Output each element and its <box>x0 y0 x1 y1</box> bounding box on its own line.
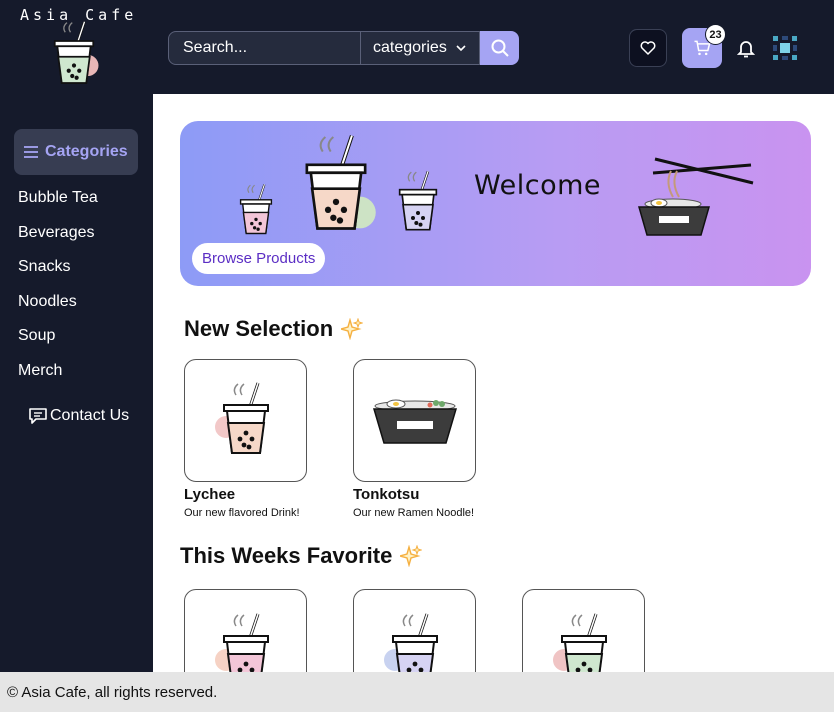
bubble-tea-medium-icon <box>393 169 443 237</box>
footer-copyright: © Asia Cafe, all rights reserved. <box>7 683 218 701</box>
menu-icon <box>24 146 38 158</box>
logo-cup-icon[interactable] <box>44 20 104 95</box>
search-icon <box>491 39 509 57</box>
ramen-chopsticks-icon <box>638 157 754 236</box>
sidebar-item-soup[interactable]: Soup <box>18 327 55 345</box>
browse-products-button[interactable]: Browse Products <box>192 243 326 274</box>
chat-icon <box>29 408 47 424</box>
sidebar: Categories Bubble Tea Beverages Snacks N… <box>0 94 153 672</box>
sidebar-item-beverages[interactable]: Beverages <box>18 224 95 242</box>
cart-count-badge: 23 <box>705 24 726 45</box>
product-card-lychee[interactable] <box>184 359 307 482</box>
categories-button[interactable]: Categories <box>14 129 138 175</box>
chevron-down-icon <box>456 45 466 52</box>
sidebar-item-snacks[interactable]: Snacks <box>18 258 70 276</box>
footer: © Asia Cafe, all rights reserved. <box>0 672 834 712</box>
search-input[interactable] <box>168 31 361 65</box>
product-name[interactable]: Lychee <box>184 486 235 503</box>
weekly-favorite-heading: This Weeks Favorite <box>180 543 423 569</box>
sidebar-item-bubble-tea[interactable]: Bubble Tea <box>18 189 98 207</box>
product-name[interactable]: Tonkotsu <box>353 486 419 503</box>
product-description: Our new Ramen Noodle! <box>353 507 475 519</box>
avatar[interactable] <box>771 34 799 67</box>
sparkle-icon <box>341 318 364 340</box>
weekly-favorite-title: This Weeks Favorite <box>180 543 393 568</box>
bubble-tea-small-icon <box>235 183 277 239</box>
product-card-tonkotsu[interactable] <box>353 359 476 482</box>
search-bar: categories <box>168 31 519 65</box>
new-selection-heading: New Selection <box>184 316 364 342</box>
heart-icon <box>640 41 656 55</box>
category-select-label: categories <box>373 39 447 56</box>
new-selection-title: New Selection <box>184 316 334 341</box>
ramen-bowl-icon <box>372 399 457 444</box>
avatar-pattern-icon <box>773 36 797 60</box>
sparkle-icon <box>400 545 423 567</box>
categories-label: Categories <box>45 143 128 160</box>
product-description: Our new flavored Drink! <box>184 507 300 519</box>
search-button[interactable] <box>480 31 519 65</box>
contact-us-link[interactable]: Contact Us <box>28 407 129 425</box>
notification-button[interactable] <box>736 38 756 63</box>
bubble-tea-peach-icon <box>214 381 277 461</box>
sidebar-item-noodles[interactable]: Noodles <box>18 293 77 311</box>
bubble-tea-large-icon <box>295 133 376 239</box>
top-navbar: Asia Cafe categories 23 <box>0 0 834 94</box>
welcome-banner: Welcome Browse Products <box>180 121 811 286</box>
wishlist-button[interactable] <box>629 29 667 67</box>
sidebar-item-merch[interactable]: Merch <box>18 362 62 380</box>
category-select[interactable]: categories <box>361 31 480 65</box>
welcome-heading: Welcome <box>474 170 602 201</box>
contact-us-label: Contact Us <box>50 407 130 424</box>
bell-icon <box>736 41 756 58</box>
